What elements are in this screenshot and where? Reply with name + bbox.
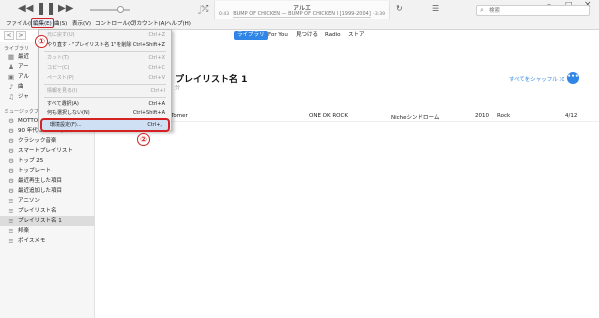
tab-browse[interactable]: 見つける xyxy=(296,31,318,40)
gear-icon: ⚙ xyxy=(8,167,14,175)
gear-icon: ⚙ xyxy=(8,177,14,185)
step-1-badge: ① xyxy=(35,35,48,48)
menu-separator xyxy=(44,84,166,85)
menu-item-undo[interactable]: 元に戻す(U) Ctrl+Z xyxy=(39,30,171,40)
music-note-icon: ♪ xyxy=(197,3,205,17)
menu-view[interactable]: 表示(V) xyxy=(72,19,91,27)
gear-icon: ⚙ xyxy=(8,187,14,195)
playlist-icon: ≡ xyxy=(8,217,14,225)
sidebar-item-playlist[interactable]: ≡ プレイリスト名 xyxy=(0,206,95,216)
genre-cell: Rock xyxy=(497,113,511,119)
search-input[interactable] xyxy=(489,7,585,15)
sidebar-playlists-header: ミュージックプ xyxy=(4,109,39,115)
tab-for-you[interactable]: For You xyxy=(268,31,288,40)
menu-item-paste[interactable]: ペースト(P) Ctrl+V xyxy=(39,73,171,83)
table-row[interactable]: Tomer ONE OK ROCK Nicheシンドローム 2010 Rock … xyxy=(155,112,599,122)
playlist-duration: 分 xyxy=(175,85,181,91)
sidebar-item-playlist[interactable]: ⚙ 最近再生した項目 xyxy=(0,176,95,186)
elapsed-time: 0:43 xyxy=(219,12,230,17)
playlist-icon: ≡ xyxy=(8,237,14,245)
sidebar-item-playlist[interactable]: ⚙ トップ 25 xyxy=(0,156,95,166)
gear-icon: ⚙ xyxy=(8,137,14,145)
album-cell: Nicheシンドローム xyxy=(391,115,440,121)
menu-item-cut[interactable]: カット(T) Ctrl+X xyxy=(39,53,171,63)
volume-slider[interactable] xyxy=(90,9,130,11)
sidebar-item-playlist[interactable]: ≡ ボイスメモ xyxy=(0,236,95,246)
genre-icon: ♫ xyxy=(8,93,14,101)
menu-item-get-info[interactable]: 情報を見る(I) Ctrl+I xyxy=(39,86,171,96)
menu-bar: ファイル(F) 編集(E) 曲(S) 表示(V) コントロール(C) アカウント… xyxy=(0,18,260,29)
gear-icon: ⚙ xyxy=(8,127,14,135)
song-cell: Tomer xyxy=(171,113,188,119)
sidebar-item-playlist[interactable]: ⚙ スマートプレイリスト xyxy=(0,146,95,156)
shuffle-all-button[interactable]: すべてをシャッフル ⤮ xyxy=(509,75,564,84)
gear-icon: ⚙ xyxy=(8,117,14,125)
album-icon: ▣ xyxy=(7,73,15,81)
repeat-icon[interactable]: ↻ xyxy=(396,4,403,14)
menu-account[interactable]: アカウント(A) xyxy=(131,19,167,27)
rewind-icon[interactable]: ◀◀ xyxy=(18,4,33,14)
menu-help[interactable]: ヘルプ(H) xyxy=(166,19,191,27)
search-icon: ⌕ xyxy=(480,6,484,14)
menu-item-redo[interactable]: やり直す - "プレイリスト名 1"を削除 Ctrl+Shift+Z xyxy=(39,40,171,50)
edit-menu: 元に戻す(U) Ctrl+Z やり直す - "プレイリスト名 1"を削除 Ctrl+… xyxy=(38,29,172,132)
back-button[interactable]: < xyxy=(4,31,14,40)
menu-separator xyxy=(44,51,166,52)
tab-store[interactable]: ストア xyxy=(348,31,365,40)
shuffle-icon: ⤮ xyxy=(559,77,564,83)
more-button[interactable]: ••• xyxy=(567,72,579,84)
menu-item-select-none[interactable]: 何も選択しない(N) Ctrl+Shift+A xyxy=(39,108,171,118)
now-playing-display: ♪ アルエ BUMP OF CHICKEN — BUMP OF CHICKEN … xyxy=(197,1,390,19)
sidebar-item-playlist[interactable]: ⚙ 最近追加した項目 xyxy=(0,186,95,196)
artist-icon: ♟ xyxy=(8,63,14,71)
forward-button[interactable]: > xyxy=(16,31,26,40)
fast-forward-icon[interactable]: ▶▶ xyxy=(58,4,73,14)
volume-knob[interactable] xyxy=(117,6,124,13)
menu-song[interactable]: 曲(S) xyxy=(54,19,67,27)
gear-icon: ⚙ xyxy=(8,147,14,155)
menu-item-preferences[interactable]: 環境設定(F)... Ctrl+, xyxy=(40,118,170,132)
tab-library[interactable]: ライブラリ xyxy=(234,31,268,40)
sidebar-item-playlist[interactable]: ⚙ クラシック音楽 xyxy=(0,136,95,146)
date-cell: 4/12 xyxy=(565,113,578,119)
sidebar-item-playlist[interactable]: ≡ アニソン xyxy=(0,196,95,206)
shuffle-all-label: すべてをシャッフル xyxy=(509,77,558,83)
menu-edit[interactable]: 編集(E) xyxy=(31,18,54,28)
sidebar-item-playlist[interactable]: ⚙ トップレート xyxy=(0,166,95,176)
music-note-icon: ♪ xyxy=(8,83,14,91)
playlist-title: プレイリスト名 1 xyxy=(175,75,248,85)
sidebar-item-playlist-selected[interactable]: ≡ プレイリスト名 1 xyxy=(0,216,95,226)
playlist-icon: ≡ xyxy=(8,207,14,215)
sidebar-item-playlist[interactable]: ≡ 邦楽 xyxy=(0,226,95,236)
recent-icon: ▦ xyxy=(7,53,15,61)
year-cell: 2010 xyxy=(475,113,489,119)
step-2-badge: ② xyxy=(137,133,150,146)
menu-separator xyxy=(44,97,166,98)
list-icon[interactable]: ☰ xyxy=(432,4,439,14)
tab-radio[interactable]: Radio xyxy=(325,31,340,40)
menu-separator xyxy=(44,118,166,119)
menu-item-copy[interactable]: コピー(C) Ctrl+C xyxy=(39,63,171,73)
artist-cell: ONE OK ROCK xyxy=(309,113,348,119)
playlist-icon: ≡ xyxy=(8,197,14,205)
pause-icon[interactable]: ❚❚ xyxy=(36,2,56,14)
sidebar-library-header: ライブラリ xyxy=(4,46,30,52)
search-box[interactable]: ⌕ xyxy=(476,5,590,16)
remaining-time: -3:39 xyxy=(373,12,385,17)
gear-icon: ⚙ xyxy=(8,157,14,165)
playlist-icon: ≡ xyxy=(8,227,14,235)
menu-controls[interactable]: コントロール(C) xyxy=(95,19,136,27)
